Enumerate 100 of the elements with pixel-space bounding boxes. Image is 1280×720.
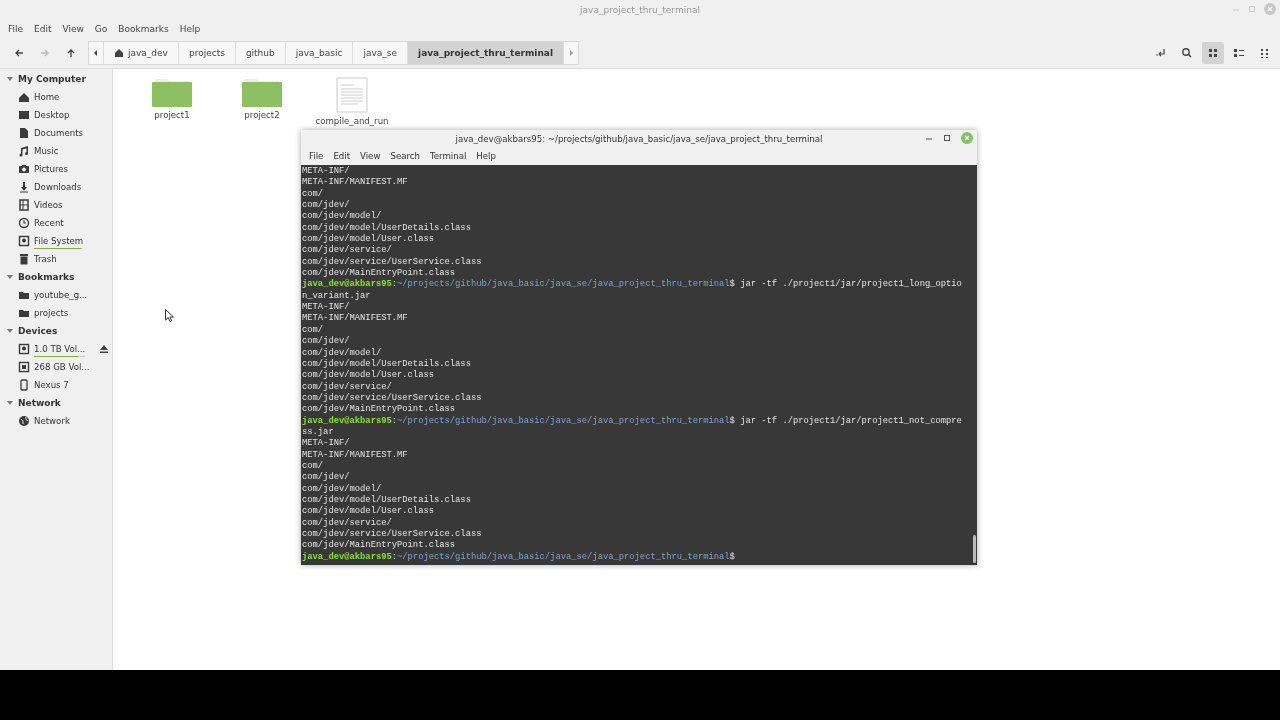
scrollbar[interactable]: [973, 535, 976, 563]
sidebar-item[interactable]: Recent: [34, 217, 64, 228]
terminal-line: com/jdev/model/UserDetails.class: [302, 494, 471, 506]
home-icon: [114, 48, 124, 58]
grid-view-icon[interactable]: [1202, 42, 1224, 64]
terminal-line: com/jdev/model/: [302, 483, 382, 495]
section-header[interactable]: Bookmarks: [18, 272, 75, 282]
sidebar-item[interactable]: File System: [34, 235, 84, 246]
section-header[interactable]: Network: [18, 398, 61, 408]
maximize-icon[interactable]: [943, 134, 951, 142]
terminal-line: com/jdev/MainEntryPoint.class: [302, 404, 456, 416]
camera-icon: [18, 163, 30, 175]
menu-item[interactable]: Edit: [329, 151, 357, 161]
globe-icon: [18, 415, 30, 427]
cursor-icon: [165, 309, 174, 322]
trash-icon: [18, 253, 30, 265]
terminal-line: com/jdev/model/: [302, 347, 382, 359]
sidebar-item[interactable]: Trash: [34, 253, 57, 264]
sidebar-item[interactable]: Downloads: [34, 181, 82, 192]
terminal-line: META-INF/: [302, 438, 350, 450]
expander-icon[interactable]: [6, 399, 14, 407]
window-title: java_dev@akbars95: ~/projects/github/java_basic/java_se/java_project_thru_terminal: [455, 133, 823, 144]
window-title: java_project_thru_terminal: [580, 5, 700, 15]
terminal-line: META-INF/MANIFEST.MF: [302, 313, 408, 325]
drive-icon: [18, 235, 30, 247]
expander-icon[interactable]: [6, 75, 14, 83]
terminal-line: com/jdev/service/: [302, 381, 392, 393]
up-arrow-icon: [65, 47, 77, 59]
menu-item[interactable]: Bookmarks: [114, 24, 176, 34]
menu-item[interactable]: File: [4, 24, 31, 34]
terminal-line: java_dev@akbars95:~/projects/github/java_basic/java_se/java_project_thru_terminal$ jar -tf ./project1/jar/project1_not_compre: [302, 415, 962, 427]
right-arrow-icon[interactable]: [568, 49, 574, 57]
home-icon: [18, 91, 30, 103]
download-icon: [18, 181, 30, 193]
sidebar-item[interactable]: 268 GB Vol...: [34, 361, 90, 372]
terminal-line: com/jdev/model/UserDetails.class: [302, 358, 471, 370]
sidebar-item[interactable]: Documents: [34, 127, 83, 138]
terminal-line: java_dev@akbars95:~/projects/github/java_basic/java_se/java_project_thru_terminal$: [302, 551, 735, 564]
folder-icon[interactable]: [151, 77, 193, 107]
clock-icon: [18, 217, 30, 229]
drive-icon: [18, 343, 30, 355]
terminal-line: META-INF/MANIFEST.MF: [302, 177, 408, 189]
terminal-line: com/jdev/MainEntryPoint.class: [302, 540, 456, 552]
terminal-line: n_variant.jar: [302, 290, 371, 302]
terminal-line: com/jdev/: [302, 200, 350, 211]
sidebar-item[interactable]: Home: [34, 91, 60, 102]
music-icon: [18, 145, 30, 157]
sidebar-item[interactable]: 1.0 TB Vol...: [34, 343, 86, 354]
menu-item[interactable]: Help: [175, 24, 208, 34]
file-name[interactable]: compile_and_run: [315, 116, 389, 126]
sidebar-item[interactable]: Network: [34, 415, 70, 426]
terminal-line: com/jdev/service/: [302, 245, 392, 257]
desktop-icon: [18, 109, 30, 121]
back-arrow-icon: [13, 47, 25, 59]
terminal-line: com/jdev/service/: [302, 517, 392, 529]
close-icon[interactable]: [961, 132, 973, 144]
folder-icon: [18, 307, 30, 319]
menu-item[interactable]: Go: [90, 24, 115, 34]
left-arrow-icon[interactable]: [93, 49, 99, 57]
menu-item[interactable]: Edit: [30, 24, 59, 34]
sidebar-item[interactable]: Pictures: [34, 163, 69, 174]
sidebar-item[interactable]: projects: [34, 307, 69, 318]
phone-icon: [18, 379, 30, 391]
terminal-line: META-INF/MANIFEST.MF: [302, 449, 408, 461]
terminal-line: com/jdev/model/User.class: [302, 370, 434, 382]
terminal-line: com/jdev/: [302, 472, 350, 484]
terminal-line: com/jdev/model/: [302, 211, 382, 223]
terminal-line: META-INF/: [302, 166, 350, 177]
menu-item[interactable]: Terminal: [426, 151, 473, 161]
file-name[interactable]: project1: [154, 110, 190, 120]
sidebar-item[interactable]: Nexus 7: [34, 379, 69, 390]
document-icon: [18, 127, 30, 139]
section-header[interactable]: Devices: [18, 326, 58, 336]
sidebar-item[interactable]: Music: [34, 145, 59, 156]
terminal-line: ss.jar: [302, 426, 334, 438]
terminal-line: com/jdev/service/UserService.class: [302, 392, 482, 404]
path-button[interactable]: java_project_thru_terminal: [408, 42, 564, 64]
menu-item[interactable]: View: [356, 151, 387, 161]
terminal-line: com/: [302, 460, 324, 472]
section-header[interactable]: My Computer: [18, 74, 86, 84]
menu-item[interactable]: File: [305, 151, 330, 161]
menu-item[interactable]: Search: [386, 151, 426, 161]
terminal-line: java_dev@akbars95:~/projects/github/java_basic/java_se/java_project_thru_terminal$ jar -tf ./project1/jar/project1_long_optio: [302, 279, 962, 291]
sidebar-item[interactable]: Videos: [34, 199, 63, 210]
eject-icon[interactable]: [99, 344, 110, 354]
menu-item[interactable]: View: [58, 24, 91, 34]
expander-icon[interactable]: [6, 327, 14, 335]
film-icon: [18, 199, 30, 211]
forward-arrow-icon: [39, 47, 51, 59]
terminal-line: com/jdev/service/UserService.class: [302, 529, 482, 540]
terminal-line: com/jdev/model/UserDetails.class: [302, 222, 471, 234]
terminal-line: com/jdev/: [302, 336, 350, 348]
terminal-line: com/jdev/service/UserService.class: [302, 256, 482, 268]
file-name[interactable]: project2: [244, 110, 280, 120]
sidebar-item[interactable]: youtube_g...: [34, 289, 88, 300]
expander-icon[interactable]: [6, 273, 14, 281]
menu-item[interactable]: Help: [472, 151, 502, 161]
sidebar-item[interactable]: Desktop: [34, 109, 70, 120]
terminal-line: com/jdev/model/User.class: [302, 506, 434, 518]
folder-icon[interactable]: [241, 77, 283, 107]
